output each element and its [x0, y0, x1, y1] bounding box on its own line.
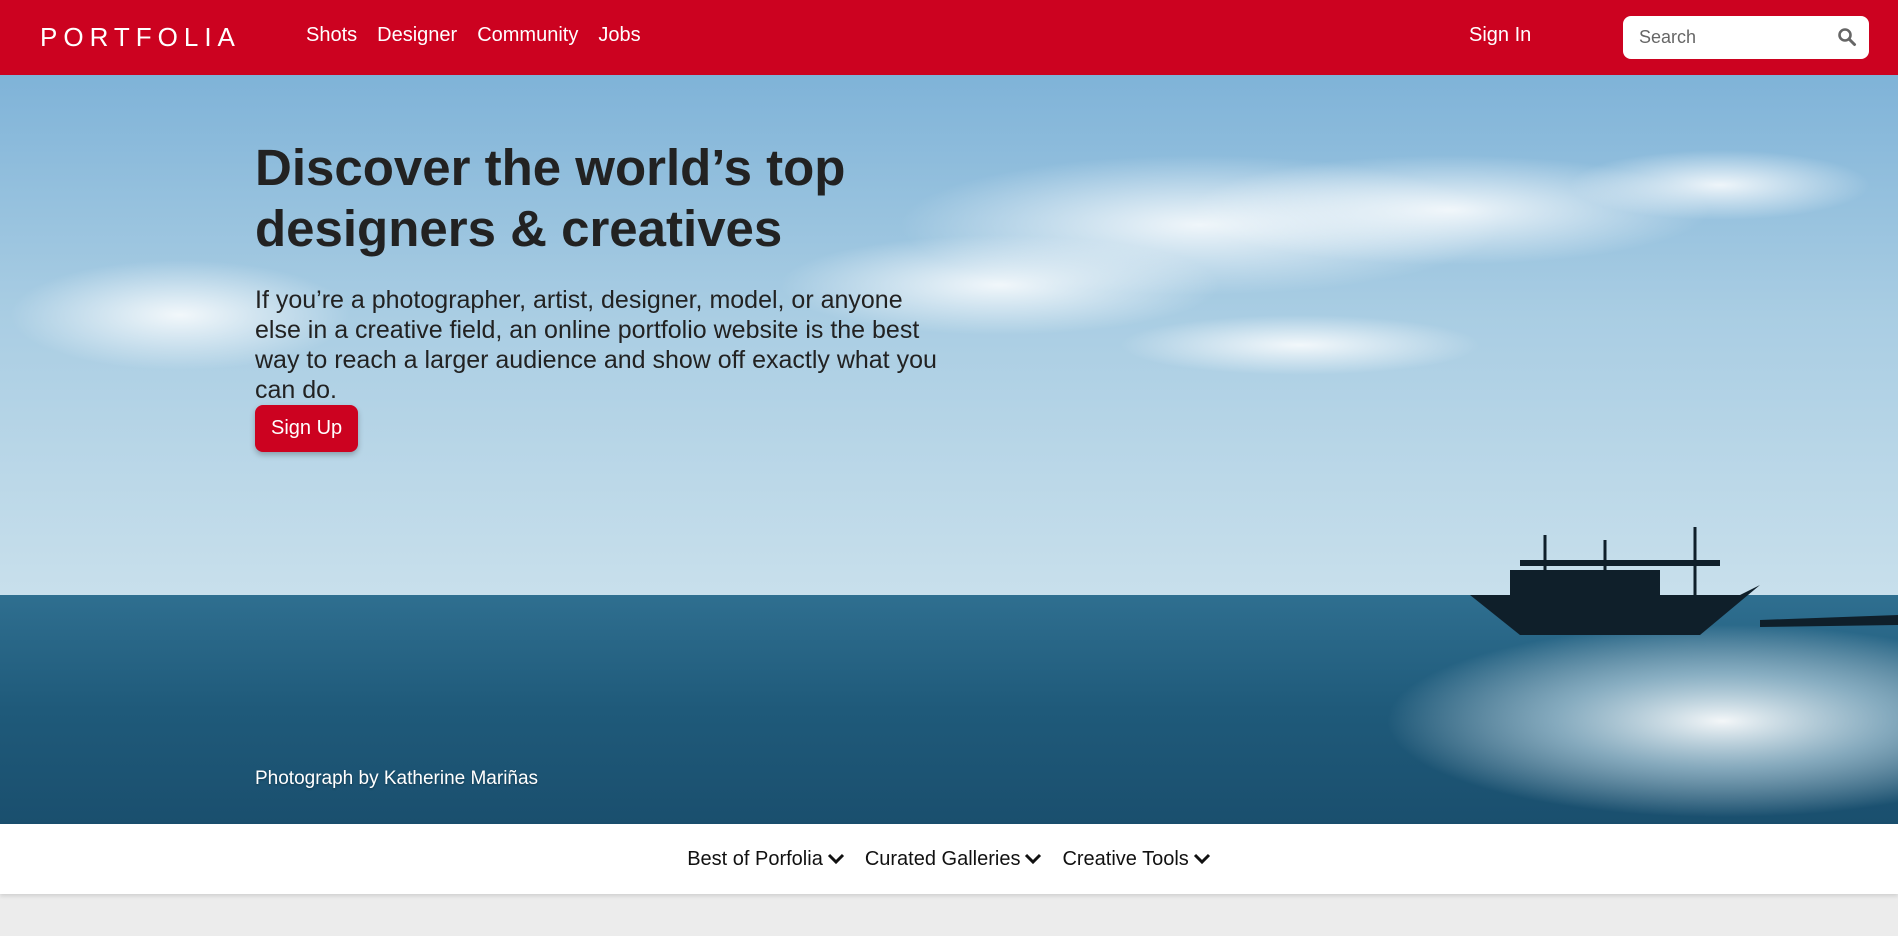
subnav-label: Curated Galleries: [864, 847, 1021, 870]
sign-up-button[interactable]: Sign Up: [255, 405, 359, 452]
nav-link-shots[interactable]: Shots: [306, 24, 357, 47]
subnav-creative-tools[interactable]: Creative Tools: [1062, 848, 1210, 871]
chevron-down-icon: [1025, 853, 1042, 865]
subnav-best-of-porfolia[interactable]: Best of Porfolia: [687, 848, 845, 871]
secondary-nav: Best of Porfolia Curated Galleries Creat…: [0, 824, 1898, 894]
nav-link-designer[interactable]: Designer: [377, 24, 457, 47]
brand-logo[interactable]: PORTFOLIA: [40, 22, 241, 53]
photo-credit: Photograph by Katherine Mariñas: [255, 768, 539, 789]
search-input[interactable]: [1623, 16, 1823, 59]
nav-link-jobs[interactable]: Jobs: [598, 24, 640, 47]
top-navbar: PORTFOLIA Shots Designer Community Jobs …: [0, 0, 1898, 75]
hero-section: Discover the world’s top designers & cre…: [0, 75, 1898, 824]
nav-link-community[interactable]: Community: [477, 24, 578, 47]
chevron-down-icon: [1193, 853, 1210, 865]
hero-subtitle: If you’re a photographer, artist, design…: [255, 286, 937, 404]
sign-in-link[interactable]: Sign In: [1469, 24, 1531, 47]
subnav-curated-galleries[interactable]: Curated Galleries: [865, 848, 1043, 871]
chevron-down-icon: [827, 853, 844, 865]
subnav-label: Best of Porfolia: [687, 847, 823, 870]
main-nav: Shots Designer Community Jobs: [306, 24, 641, 47]
hero-title: Discover the world’s top designers & cre…: [255, 139, 846, 257]
search-box: [1623, 16, 1869, 59]
search-icon[interactable]: [1837, 27, 1857, 47]
subnav-label: Creative Tools: [1062, 847, 1189, 870]
